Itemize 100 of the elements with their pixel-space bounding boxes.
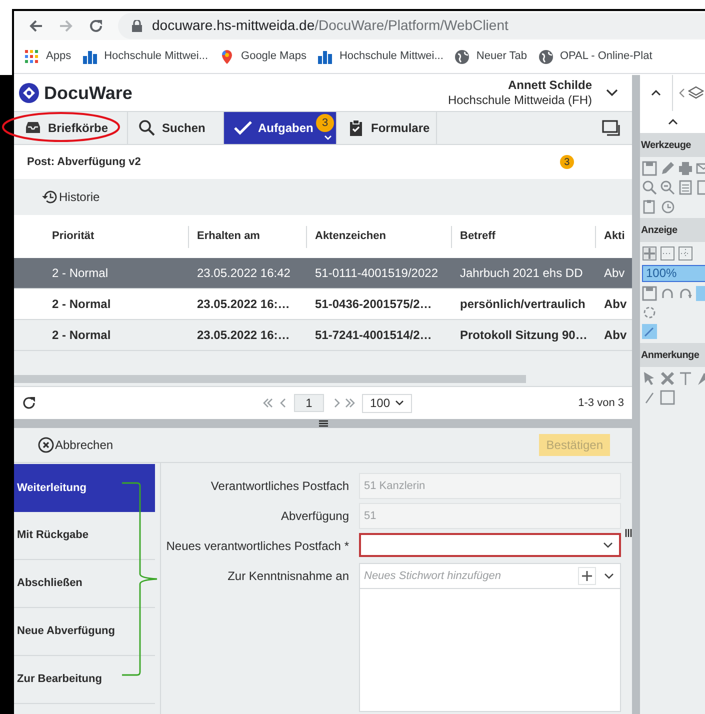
back-icon[interactable] xyxy=(28,18,44,34)
section-header[interactable]: Anzeige xyxy=(640,218,705,242)
tab[interactable]: Formulare xyxy=(337,112,437,144)
readonly-field: 51 Kanzlerin xyxy=(359,473,621,499)
zoom-select[interactable]: 100% xyxy=(642,265,705,282)
save-icon[interactable] xyxy=(642,286,657,301)
redo-icon[interactable] xyxy=(678,286,693,301)
column-header[interactable]: Priorität xyxy=(52,228,94,245)
table-row[interactable]: 2 - Normal 23.05.2022 16:42 51-0111-4001519/2022 Jahrbuch 2021 ehs DD Abv xyxy=(14,258,632,289)
pencil-icon[interactable] xyxy=(660,161,675,176)
next-page-icon[interactable] xyxy=(332,398,342,408)
bookmark-link[interactable]: Neuer Tab xyxy=(454,48,527,65)
previous-page-icon[interactable] xyxy=(278,398,288,408)
section-header[interactable]: Werkzeuge xyxy=(640,133,705,157)
decision-tab[interactable]: Mit Rückgabe xyxy=(14,512,155,560)
decision-tab[interactable]: Neue Abverfügung xyxy=(14,608,155,656)
address-bar[interactable]: docuware.hs-mittweida.de/DocuWare/Platform/WebClient xyxy=(118,12,705,38)
table-cell-text: 23.05.2022 16:… xyxy=(196,296,291,313)
clipboard-icon[interactable] xyxy=(642,199,657,214)
count-badge: 3 xyxy=(560,155,574,169)
table-cell-text: Abv xyxy=(603,265,626,282)
count-badge: 3 xyxy=(316,114,334,132)
bookmark-link[interactable]: OPAL - Online-Plat xyxy=(538,48,652,65)
save-icon[interactable] xyxy=(642,161,657,176)
plus-icon[interactable] xyxy=(578,567,596,585)
column-header[interactable]: Betreff xyxy=(460,228,496,245)
bookmark-link[interactable]: Hochschule Mittwei... xyxy=(317,48,444,65)
document-icon[interactable] xyxy=(678,180,693,195)
chevron-up-icon[interactable] xyxy=(668,119,678,125)
bookmark-link[interactable]: Google Maps xyxy=(219,48,306,65)
section-header[interactable]: Anmerkunge xyxy=(640,343,705,367)
checkmark-icon xyxy=(234,119,252,137)
field-label: Neues verantwortliches Postfach * xyxy=(165,538,350,555)
search-icon xyxy=(138,119,156,137)
fit-width-icon[interactable] xyxy=(660,246,675,261)
layers-icon[interactable] xyxy=(688,86,704,100)
keyword-field[interactable]: Neues Stichwort hinzufügen xyxy=(359,563,621,589)
tab[interactable]: Aufgaben 3 xyxy=(224,112,337,144)
drag-handle-icon xyxy=(318,420,328,427)
refresh-icon[interactable] xyxy=(22,396,36,410)
bookmark-link[interactable]: Apps xyxy=(24,48,72,65)
apps-grid-icon xyxy=(24,48,40,64)
text-tool-icon[interactable] xyxy=(678,371,693,386)
forward-icon[interactable] xyxy=(58,18,74,34)
first-page-icon[interactable] xyxy=(262,398,274,408)
table-cell-text: 51-0111-4001519/2022 xyxy=(314,265,439,282)
table-cell-text: persönlich/vertraulich xyxy=(459,296,586,313)
reload-icon[interactable] xyxy=(88,18,104,34)
page-size-select[interactable]: 100 xyxy=(362,394,412,412)
chevron-left-icon[interactable] xyxy=(679,88,685,98)
result-count: 1-3 von 3 xyxy=(578,396,624,411)
organization-name: Hochschule Mittweida (FH) xyxy=(448,93,592,108)
chevron-up-icon[interactable] xyxy=(651,90,661,96)
decision-tab[interactable]: Zur Bearbeitung xyxy=(14,656,155,704)
globe-icon xyxy=(454,48,470,64)
table-cell-text: Jahrbuch 2021 ehs DD xyxy=(459,265,584,282)
scrollbar-thumb[interactable] xyxy=(14,375,526,383)
readonly-field: 51 xyxy=(359,503,621,529)
column-header[interactable]: Erhalten am xyxy=(197,228,260,245)
field-label: Zur Kenntnisnahme an xyxy=(226,568,350,585)
history-icon[interactable] xyxy=(660,199,675,214)
table-cell-text: 51-0436-2001575/2… xyxy=(314,296,433,313)
decision-tab[interactable]: Weiterleitung xyxy=(14,464,155,512)
user-name: Annett Schilde xyxy=(508,78,592,93)
chevron-down-icon[interactable] xyxy=(606,89,618,97)
window-icon[interactable] xyxy=(602,120,620,136)
table-cell-text: 51-7241-4001514/2… xyxy=(314,327,433,344)
page-number-field[interactable]: 1 xyxy=(294,394,324,412)
fit-page-icon[interactable] xyxy=(642,246,657,261)
history-icon xyxy=(42,189,58,205)
table-cell-text: 2 - Normal xyxy=(51,265,110,282)
bookmark-link[interactable]: Hochschule Mittwei... xyxy=(82,48,208,65)
resize-grip-icon[interactable] xyxy=(625,529,632,537)
app-logo: DocuWare xyxy=(44,82,132,104)
edit-mode-icon[interactable] xyxy=(642,324,657,339)
globe-icon xyxy=(538,48,554,64)
keyword-input[interactable]: Neues Stichwort hinzufügen xyxy=(360,564,578,588)
table-cell-text: 23.05.2022 16:42 xyxy=(196,265,292,282)
logo-icon xyxy=(18,82,40,104)
table-row[interactable]: 2 - Normal 23.05.2022 16:… 51-7241-4001514/2… Protokoll Sitzung 90… Abv xyxy=(14,320,632,351)
fit-screen-icon[interactable] xyxy=(678,246,693,261)
table-cell-text: 2 - Normal xyxy=(51,327,112,344)
decision-tab[interactable]: Abschließen xyxy=(14,560,155,608)
column-header[interactable]: Akti xyxy=(604,228,625,245)
table-cell-text: 2 - Normal xyxy=(51,296,112,313)
table-cell-text: Abv xyxy=(603,296,628,313)
tab[interactable]: Briefkörbe xyxy=(14,112,128,144)
history-button[interactable]: Historie xyxy=(42,188,100,206)
lock-icon xyxy=(132,20,142,32)
last-page-icon[interactable] xyxy=(344,398,356,408)
delete-icon[interactable] xyxy=(660,371,675,386)
cancel-button[interactable]: Abbrechen xyxy=(38,436,114,454)
table-cell-text: Protokoll Sitzung 90… xyxy=(459,327,588,344)
chevron-down-icon[interactable] xyxy=(604,573,614,579)
search-icon[interactable] xyxy=(642,180,657,195)
column-header[interactable]: Aktenzeichen xyxy=(315,228,386,245)
table-cell-text: Abv xyxy=(603,327,628,344)
field-label: Verantwortliches Postfach xyxy=(210,478,350,495)
rectangle-tool-icon[interactable] xyxy=(660,390,675,405)
dropdown-field[interactable] xyxy=(359,533,621,557)
